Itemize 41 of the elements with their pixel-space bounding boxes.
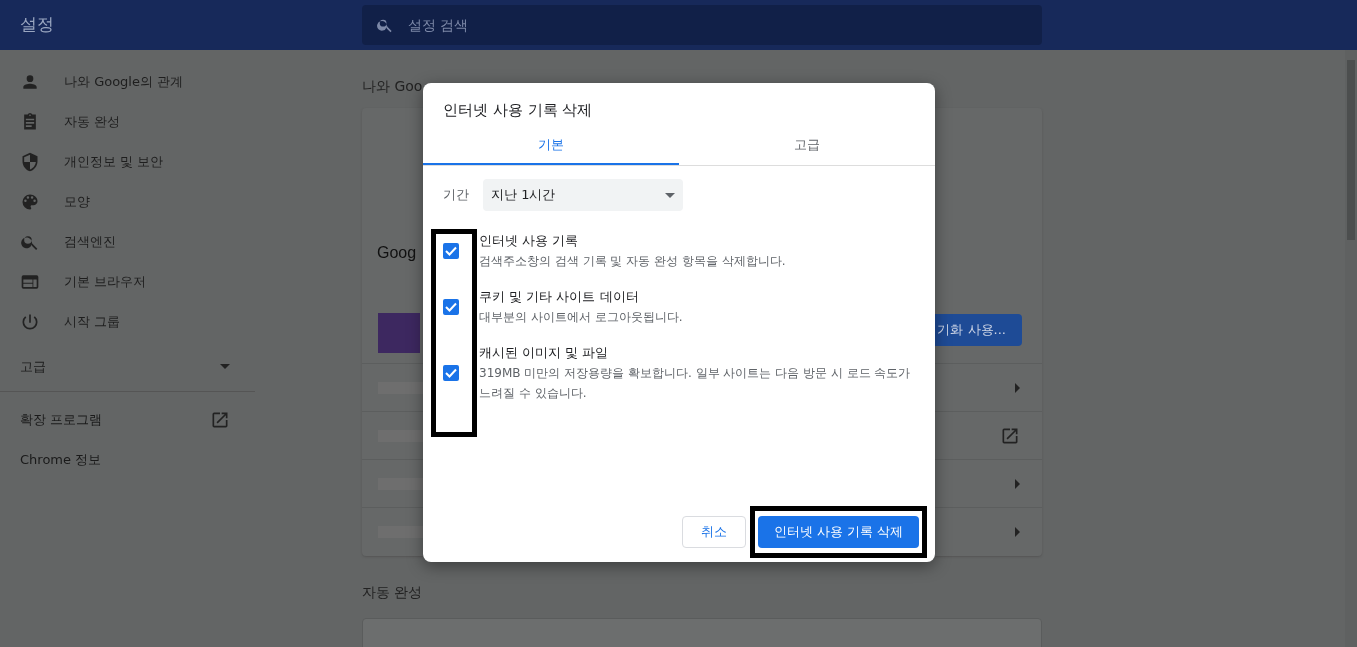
checkbox[interactable] <box>443 243 459 259</box>
option-title: 인터넷 사용 기록 <box>479 232 580 250</box>
caret-icon <box>665 192 675 198</box>
page-title: 설정 <box>19 13 55 37</box>
chevron-right-icon <box>1015 526 1020 537</box>
sidebar-link[interactable]: Chrome 정보 <box>0 440 255 480</box>
sidebar-item[interactable]: 검색엔진 <box>0 222 255 262</box>
sidebar-item[interactable]: 시작 그룹 <box>0 302 255 342</box>
sidebar-item[interactable]: 기본 브라우저 <box>0 262 255 302</box>
checkbox[interactable] <box>443 365 459 381</box>
tab[interactable]: 고급 <box>679 127 935 165</box>
advanced-section-toggle[interactable]: 고급 <box>0 342 255 392</box>
sidebar-item[interactable]: 자동 완성 <box>0 102 255 142</box>
option-title: 쿠키 및 기타 사이트 데이터 <box>479 288 640 306</box>
sidebar-link[interactable]: 확장 프로그램 <box>0 400 255 440</box>
option-description: 검색주소창의 검색 기록 및 자동 완성 항목을 삭제합니다. <box>479 253 786 270</box>
avatar-placeholder <box>378 313 420 353</box>
chevron-right-icon <box>1015 382 1020 393</box>
field-label: 기간 <box>443 186 469 205</box>
tab[interactable]: 기본 <box>423 127 679 165</box>
person-icon <box>20 72 40 92</box>
power-icon <box>20 312 40 332</box>
cancel-button[interactable]: 취소 <box>681 516 746 548</box>
dialog-title: 인터넷 사용 기록 삭제 <box>442 100 594 121</box>
card-title: Goog <box>377 243 417 263</box>
clear-data-button[interactable]: 인터넷 사용 기록 삭제 <box>757 516 919 548</box>
sidebar-item[interactable]: 모양 <box>0 182 255 222</box>
browser-window-icon <box>20 272 40 292</box>
shield-icon <box>20 152 40 172</box>
section-heading: 나와 Goo <box>362 76 424 96</box>
option-description: 대부분의 사이트에서 로그아웃됩니다. <box>479 309 683 326</box>
sidebar-item[interactable]: 나와 Google의 관계 <box>0 62 255 102</box>
chevron-right-icon <box>1015 478 1020 489</box>
checkbox[interactable] <box>443 299 459 315</box>
option-description: 319MB 미만의 저장용량을 확보합니다. 일부 사이트는 다음 방문 시 로드 속도가 느려질 수 있습니다. <box>479 365 912 402</box>
option-title: 캐시된 이미지 및 파일 <box>479 344 610 362</box>
palette-icon <box>20 192 40 212</box>
section-heading: 자동 완성 <box>362 582 424 602</box>
time-range-dropdown[interactable]: 지난 1시간 <box>483 179 683 211</box>
search-field[interactable]: 설정 검색 <box>362 5 1042 45</box>
sidebar-item[interactable]: 개인정보 및 보안 <box>0 142 255 182</box>
